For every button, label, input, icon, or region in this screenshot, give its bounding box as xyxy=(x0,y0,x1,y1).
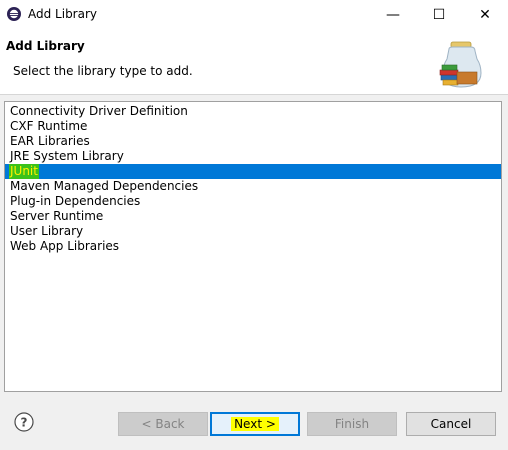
title-bar: Add Library — ☐ ✕ xyxy=(0,0,508,29)
list-item-label: User Library xyxy=(10,224,84,238)
list-item-cxf-runtime[interactable]: CXF Runtime xyxy=(5,119,501,134)
library-books-jar-icon xyxy=(439,41,482,88)
close-icon: ✕ xyxy=(479,6,491,23)
list-item-jre-system-library[interactable]: JRE System Library xyxy=(5,149,501,164)
finish-button[interactable]: Finish xyxy=(307,412,397,436)
list-item-server-runtime[interactable]: Server Runtime xyxy=(5,209,501,224)
minimize-icon: — xyxy=(386,6,400,23)
wizard-description: Select the library type to add. xyxy=(13,64,193,78)
list-item-label: EAR Libraries xyxy=(10,134,90,148)
wizard-title: Add Library xyxy=(6,39,85,53)
finish-button-label: Finish xyxy=(334,417,370,431)
help-icon[interactable]: ? xyxy=(14,412,34,432)
maximize-button[interactable]: ☐ xyxy=(416,0,462,29)
list-item-label: Connectivity Driver Definition xyxy=(10,104,188,118)
list-item-junit[interactable]: JUnit xyxy=(5,164,501,179)
minimize-button[interactable]: — xyxy=(370,0,416,29)
eclipse-icon xyxy=(7,7,21,21)
wizard-header: Add Library Select the library type to a… xyxy=(0,29,508,95)
list-item-connectivity-driver-definition[interactable]: Connectivity Driver Definition xyxy=(5,104,501,119)
list-item-ear-libraries[interactable]: EAR Libraries xyxy=(5,134,501,149)
list-item-label: Server Runtime xyxy=(10,209,104,223)
close-button[interactable]: ✕ xyxy=(462,0,508,29)
list-item-user-library[interactable]: User Library xyxy=(5,224,501,239)
list-item-label: JRE System Library xyxy=(10,149,124,163)
list-item-label: Web App Libraries xyxy=(10,239,120,253)
library-type-list[interactable]: Connectivity Driver Definition CXF Runti… xyxy=(4,101,502,392)
list-item-label: CXF Runtime xyxy=(10,119,88,133)
help-icon-glyph: ? xyxy=(21,416,28,430)
cancel-button[interactable]: Cancel xyxy=(406,412,496,436)
next-button[interactable]: Next > xyxy=(210,412,300,436)
back-button[interactable]: < Back xyxy=(118,412,208,436)
wizard-footer: ? < Back Next > Finish Cancel xyxy=(0,395,508,450)
back-button-label: < Back xyxy=(141,417,185,431)
list-item-label: Maven Managed Dependencies xyxy=(10,179,199,193)
list-item-label: Plug-in Dependencies xyxy=(10,194,141,208)
list-item-plug-in-dependencies[interactable]: Plug-in Dependencies xyxy=(5,194,501,209)
maximize-icon: ☐ xyxy=(432,6,446,23)
cancel-button-label: Cancel xyxy=(430,417,472,431)
list-item-label: JUnit xyxy=(9,164,39,179)
next-button-label: Next > xyxy=(231,417,279,431)
list-item-web-app-libraries[interactable]: Web App Libraries xyxy=(5,239,501,254)
window-title: Add Library xyxy=(28,7,98,21)
list-item-maven-managed-dependencies[interactable]: Maven Managed Dependencies xyxy=(5,179,501,194)
